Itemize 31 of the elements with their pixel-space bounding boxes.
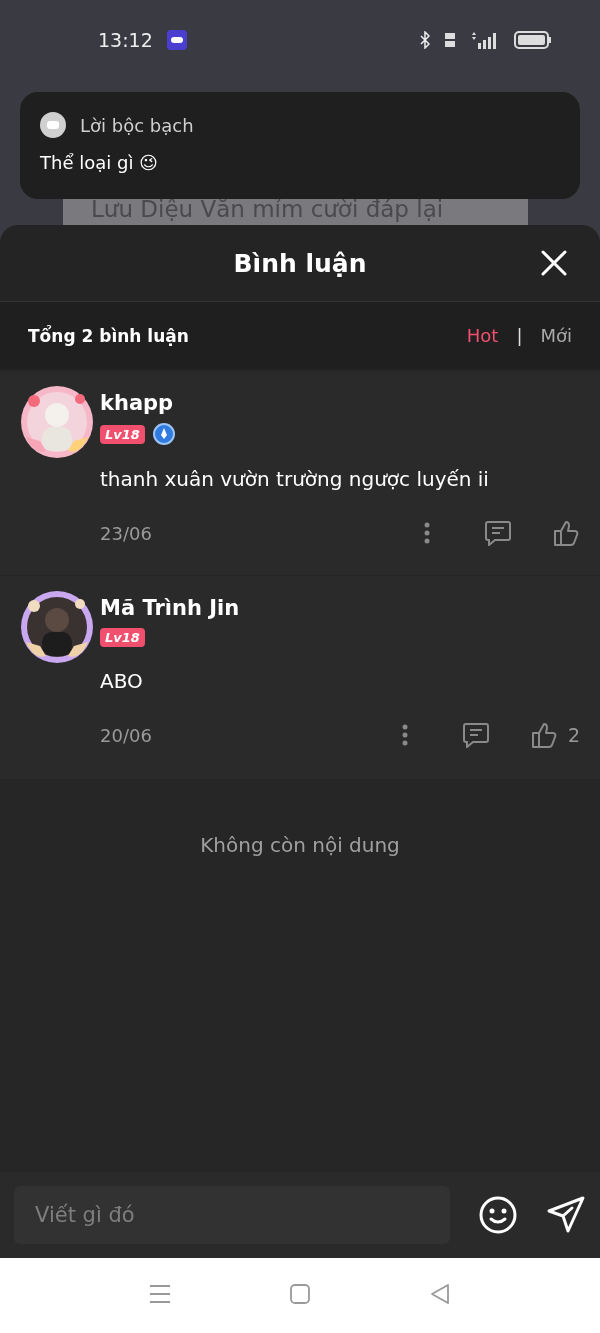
username[interactable]: khapp xyxy=(100,391,580,415)
notification-card[interactable]: Lời bộc bạch Thể loại gì 😉 xyxy=(20,92,580,199)
sort-tab[interactable]: Hot xyxy=(466,325,499,346)
username[interactable]: Mã Trình Jin xyxy=(100,596,580,620)
more-icon[interactable] xyxy=(424,522,430,544)
comment-text: ABO xyxy=(100,669,144,693)
sheet-title: Bình luận xyxy=(233,248,367,278)
comment-date: 23/06 xyxy=(100,522,153,544)
message-icon xyxy=(40,112,66,138)
battery-icon xyxy=(514,31,552,49)
more-icon[interactable] xyxy=(401,724,408,746)
clock: 13:12 xyxy=(98,29,153,51)
tab-separator: | xyxy=(516,325,523,346)
level-badge: Lv18 xyxy=(100,628,145,647)
like-button[interactable]: 2 xyxy=(529,721,580,749)
reply-icon[interactable] xyxy=(484,520,512,546)
reply-icon[interactable] xyxy=(461,722,490,748)
comment-input[interactable]: Viết gì đó xyxy=(14,1186,450,1244)
comment-count: Tổng 2 bình luận xyxy=(28,325,190,346)
emoji-icon[interactable] xyxy=(478,1195,518,1235)
end-of-list-text: Không còn nội dung xyxy=(200,833,400,859)
close-icon[interactable] xyxy=(540,249,568,277)
bluetooth-icon xyxy=(420,31,430,49)
comment-date: 20/06 xyxy=(100,724,153,746)
sort-tab[interactable]: Mới xyxy=(540,325,572,346)
like-button[interactable] xyxy=(552,519,580,547)
app-name: Lời bộc bạch xyxy=(80,114,194,136)
level-badge: Lv18 xyxy=(100,424,145,444)
notification-message: Thể loại gì 😉 xyxy=(40,152,158,173)
comment-text: thanh xuân vườn trường ngược luyến ii xyxy=(100,467,490,491)
send-icon[interactable] xyxy=(546,1195,586,1235)
